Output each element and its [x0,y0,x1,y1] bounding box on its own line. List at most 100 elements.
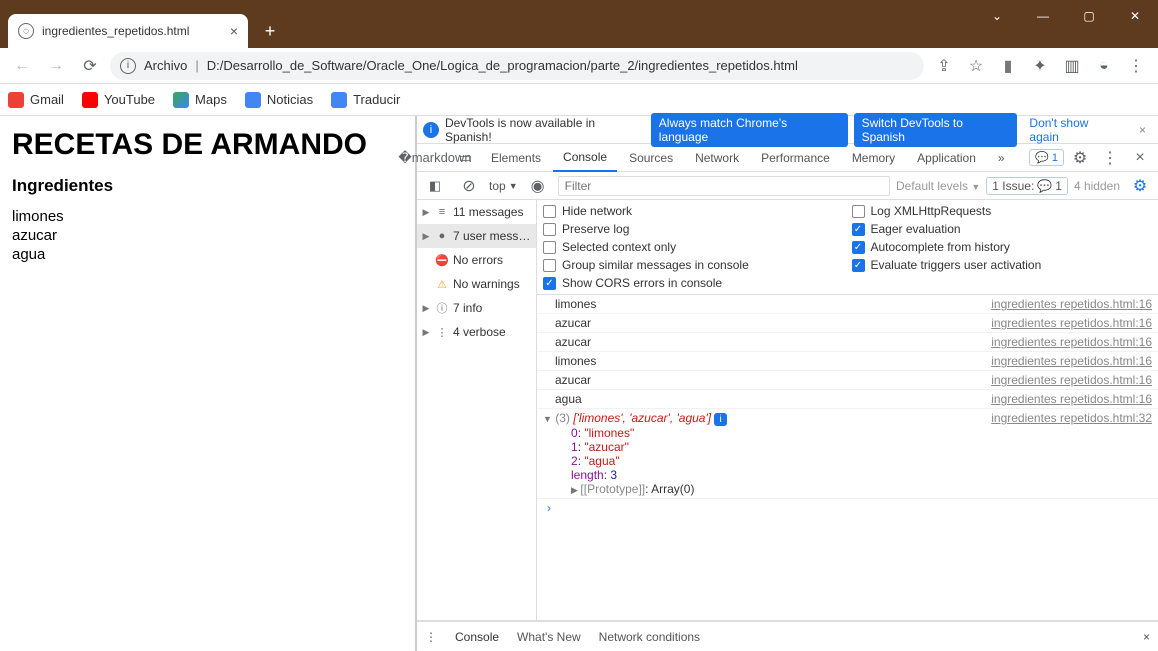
banner-close-icon[interactable]: × [1133,123,1152,137]
tab-elements[interactable]: Elements [481,144,551,172]
sidebar-row[interactable]: ▶≡11 messages [417,200,536,224]
caret-down-icon[interactable]: ⌄ [974,0,1020,32]
drawer-tab-network-conditions[interactable]: Network conditions [599,630,700,644]
banner-dismiss-link[interactable]: Don't show again [1023,116,1127,144]
maximize-icon[interactable]: ▢ [1066,0,1112,32]
youtube-icon [82,92,98,108]
log-source-link[interactable]: ingredientes repetidos.html:16 [991,373,1152,387]
new-tab-button[interactable]: + [256,17,284,45]
inspect-icon[interactable]: �markdown [421,144,449,172]
device-icon[interactable]: ▭ [451,144,479,172]
star-icon[interactable]: ☆ [962,52,990,80]
live-expr-icon[interactable]: ◉ [524,172,552,200]
bookmark-noticias[interactable]: Noticias [245,92,313,108]
drawer-kebab-icon[interactable]: ⋮ [425,630,437,644]
address-bar[interactable]: i Archivo | D:/Desarrollo_de_Software/Or… [110,52,924,80]
page-h1: RECETAS DE ARMANDO [12,128,403,162]
drawer-close-icon[interactable]: × [1143,630,1150,644]
tab-application[interactable]: Application [907,144,986,172]
back-icon[interactable]: ← [8,52,36,80]
log-row: azucaringredientes repetidos.html:16 [537,371,1158,390]
log-source-link[interactable]: ingredientes repetidos.html:16 [991,297,1152,311]
log-row: azucaringredientes repetidos.html:16 [537,314,1158,333]
extension-icon[interactable]: ▮ [994,52,1022,80]
setting-checkbox[interactable]: ✓Show CORS errors in console [543,276,844,290]
context-selector[interactable]: top▼ [489,179,518,193]
bookmark-maps[interactable]: Maps [173,92,227,108]
devtools-lang-banner: i DevTools is now available in Spanish! … [417,116,1158,144]
console-main: Hide network Log XMLHttpRequests Preserve … [537,200,1158,620]
profile-icon[interactable]: ◒ [1090,52,1118,80]
drawer-tab-whatsnew[interactable]: What's New [517,630,581,644]
forward-icon[interactable]: → [42,52,70,80]
gear-icon[interactable]: ⚙ [1066,144,1094,172]
bookmarks-bar: Gmail YouTube Maps Noticias Traducir [0,84,1158,116]
toolbar-right: ⇪ ☆ ▮ ✦ ▥ ◒ ⋮ [930,52,1150,80]
toolbar: ← → ⟳ i Archivo | D:/Desarrollo_de_Softw… [0,48,1158,84]
setting-checkbox[interactable]: ✓Autocomplete from history [852,240,1153,254]
clear-icon[interactable]: ⊘ [455,172,483,200]
devtools-panel: i DevTools is now available in Spanish! … [415,116,1158,651]
tab-sources[interactable]: Sources [619,144,683,172]
reading-list-icon[interactable]: ▥ [1058,52,1086,80]
console-filterbar: ◧ ⊘ top▼ ◉ Default levels ▼ 1 Issue: 💬1 … [417,172,1158,200]
reload-icon[interactable]: ⟳ [76,52,104,80]
browser-tab[interactable]: ◌ ingredientes_repetidos.html × [8,14,248,48]
sidebar-toggle-icon[interactable]: ◧ [421,172,449,200]
issues-chip[interactable]: 💬1 [1029,149,1064,166]
setting-checkbox[interactable]: Hide network [543,204,844,218]
tab-console[interactable]: Console [553,144,617,172]
console-prompt[interactable]: › [537,499,1158,517]
setting-checkbox[interactable]: ✓Evaluate triggers user activation [852,258,1153,272]
bookmark-youtube[interactable]: YouTube [82,92,155,108]
sidebar-row[interactable]: ⚠No warnings [417,272,536,296]
info-icon[interactable]: i [120,58,136,74]
puzzle-icon[interactable]: ✦ [1026,52,1054,80]
sidebar-row[interactable]: ▶●7 user mess… [417,224,536,248]
ingredient: azucar [12,227,403,246]
hidden-count: 4 hidden [1074,179,1120,193]
banner-switch-button[interactable]: Switch DevTools to Spanish [854,113,1018,147]
log-source-link[interactable]: ingredientes repetidos.html:32 [991,411,1152,426]
info-badge-icon[interactable]: i [714,413,727,426]
share-icon[interactable]: ⇪ [930,52,958,80]
kebab-icon[interactable]: ⋮ [1096,144,1124,172]
tab-network[interactable]: Network [685,144,749,172]
issues-button[interactable]: 1 Issue: 💬1 [986,177,1068,195]
tab-memory[interactable]: Memory [842,144,905,172]
close-window-icon[interactable]: ✕ [1112,0,1158,32]
minimize-icon[interactable]: — [1020,0,1066,32]
setting-checkbox[interactable]: Selected context only [543,240,844,254]
log-source-link[interactable]: ingredientes repetidos.html:16 [991,335,1152,349]
menu-icon[interactable]: ⋮ [1122,52,1150,80]
sidebar-row[interactable]: ⛔No errors [417,248,536,272]
log-array: ▼ (3) ['limones', 'azucar', 'agua']i ing… [537,409,1158,499]
levels-dropdown[interactable]: Default levels ▼ [896,179,980,193]
page-h3: Ingredientes [12,176,403,196]
log-source-link[interactable]: ingredientes repetidos.html:16 [991,316,1152,330]
setting-checkbox[interactable]: Preserve log [543,222,844,236]
console-sidebar: ▶≡11 messages▶●7 user mess…⛔No errors⚠No… [417,200,537,620]
bookmark-traducir[interactable]: Traducir [331,92,400,108]
banner-match-button[interactable]: Always match Chrome's language [651,113,848,147]
setting-checkbox[interactable]: Log XMLHttpRequests [852,204,1153,218]
drawer-tab-console[interactable]: Console [455,630,499,644]
tab-performance[interactable]: Performance [751,144,840,172]
tabs-more-icon[interactable]: » [988,144,1015,172]
bookmark-gmail[interactable]: Gmail [8,92,64,108]
log-row: limonesingredientes repetidos.html:16 [537,295,1158,314]
sidebar-row[interactable]: ▶ⓘ7 info [417,296,536,320]
sidebar-row[interactable]: ▶⋮4 verbose [417,320,536,344]
log-row: aguaingredientes repetidos.html:16 [537,390,1158,409]
console-gear-icon[interactable]: ⚙ [1126,172,1154,200]
setting-checkbox[interactable]: Group similar messages in console [543,258,844,272]
setting-checkbox[interactable]: ✓Eager evaluation [852,222,1153,236]
filter-input[interactable] [558,176,890,196]
ingredient: limones [12,208,403,227]
log-source-link[interactable]: ingredientes repetidos.html:16 [991,392,1152,406]
tab-close-icon[interactable]: × [230,23,238,39]
console-logs: limonesingredientes repetidos.html:16azu… [537,295,1158,620]
log-source-link[interactable]: ingredientes repetidos.html:16 [991,354,1152,368]
banner-msg: DevTools is now available in Spanish! [445,116,645,144]
devtools-close-icon[interactable]: × [1126,144,1154,172]
